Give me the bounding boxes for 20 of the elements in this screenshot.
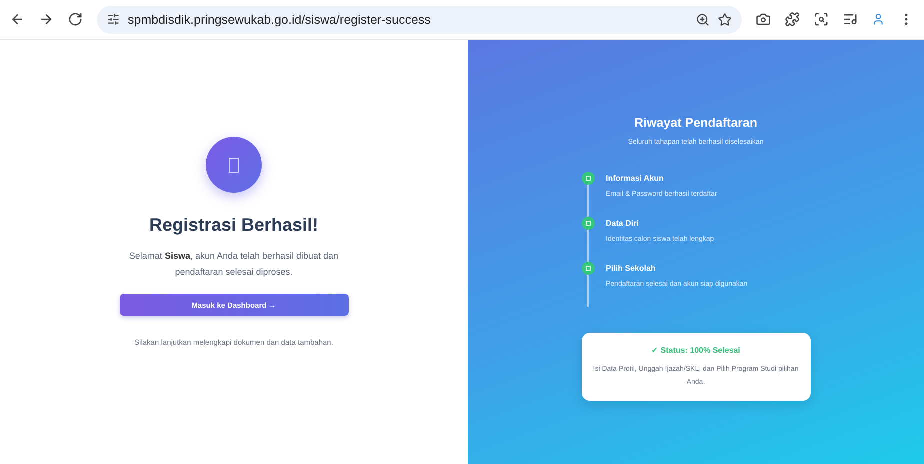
camera-icon[interactable] xyxy=(756,12,771,27)
puzzle-icon[interactable] xyxy=(785,12,800,27)
person-icon[interactable] xyxy=(872,13,885,26)
step-title: Pilih Sekolah xyxy=(606,264,657,273)
step-title: Data Diri xyxy=(606,219,640,228)
back-icon[interactable] xyxy=(10,12,25,27)
reload-icon[interactable] xyxy=(68,12,83,27)
step-title: Informasi Akun xyxy=(606,174,665,183)
zoom-icon[interactable] xyxy=(696,12,710,26)
bookmark-star-icon[interactable] xyxy=(718,12,732,26)
address-bar[interactable]: spmbdisdik.pringsewukab.go.id/siswa/register-success xyxy=(97,6,742,34)
status-title: ✓ Status: 100% Selesai xyxy=(650,346,742,355)
playlist-icon[interactable] xyxy=(843,12,858,27)
forward-icon[interactable] xyxy=(39,12,54,27)
screen-search-icon[interactable] xyxy=(814,12,829,27)
success-icon xyxy=(206,137,262,193)
history-title: Riwayat Pendaftaran xyxy=(634,116,758,130)
success-title: Registrasi Berhasil! xyxy=(149,215,319,236)
site-settings-icon[interactable] xyxy=(107,13,120,26)
success-message: Selamat Siswa, akun Anda telah berhasil dibuat dan pendaftaran selesai diproses. xyxy=(128,250,340,279)
